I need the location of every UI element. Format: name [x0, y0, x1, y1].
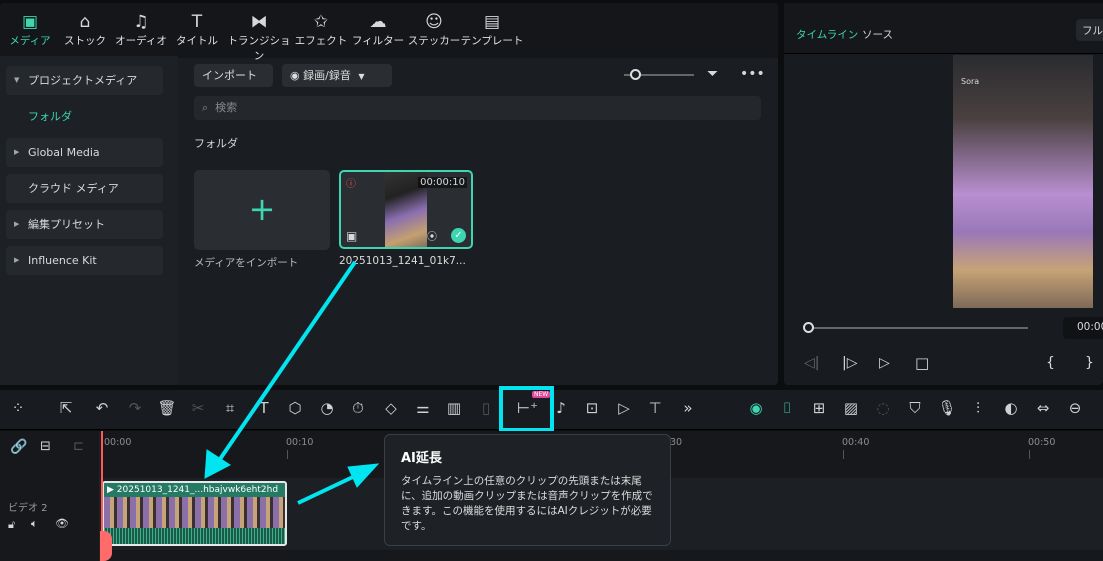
arrow-media-to-timeline — [204, 260, 357, 479]
annotation-arrows — [204, 260, 380, 505]
arrow-clip-to-tooltip — [297, 463, 380, 505]
